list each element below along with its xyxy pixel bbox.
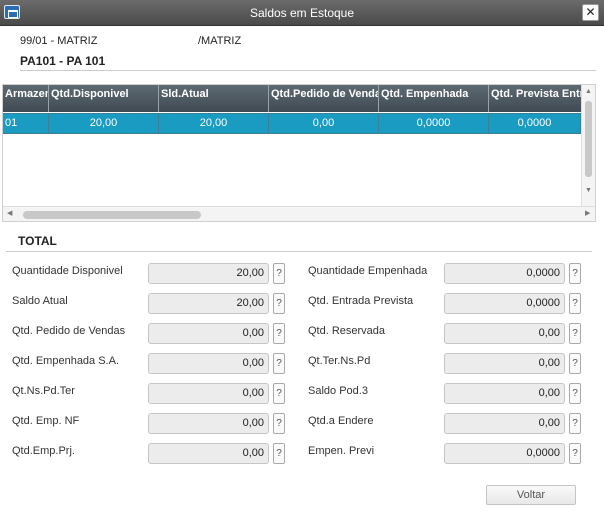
scroll-up-icon[interactable]: ▲ — [585, 88, 592, 96]
field-label-saldo-atual: Saldo Atual — [12, 295, 68, 307]
field-label-qtd-emp-prj: Qtd.Emp.Prj. — [12, 445, 75, 457]
help-button[interactable]: ? — [569, 263, 581, 284]
field-qt-ns-pd-ter[interactable]: 0,00 — [148, 383, 269, 404]
field-quantidade-empenhada[interactable]: 0,0000 — [444, 263, 565, 284]
field-saldo-pod3[interactable]: 0,00 — [444, 383, 565, 404]
field-label-quantidade-empenhada: Quantidade Empenhada — [308, 265, 428, 277]
help-button[interactable]: ? — [569, 323, 581, 344]
help-button[interactable]: ? — [273, 413, 285, 434]
field-saldo-atual[interactable]: 20,00 — [148, 293, 269, 314]
field-qt-ter-ns-pd[interactable]: 0,00 — [444, 353, 565, 374]
filial-label: 99/01 - MATRIZ — [20, 35, 98, 47]
help-button[interactable]: ? — [569, 293, 581, 314]
field-empen-previ[interactable]: 0,0000 — [444, 443, 565, 464]
table-cell: 20,00 — [49, 113, 159, 134]
help-button[interactable]: ? — [569, 353, 581, 374]
filial-name-label: /MATRIZ — [198, 35, 242, 47]
field-qtd-reservada[interactable]: 0,00 — [444, 323, 565, 344]
table-cell: 0,0000 — [489, 113, 581, 134]
field-label-quantidade-disponivel: Quantidade Disponivel — [12, 265, 123, 277]
field-label-qtd-emp-nf: Qtd. Emp. NF — [12, 415, 80, 427]
help-button[interactable]: ? — [273, 353, 285, 374]
horizontal-scroll-thumb[interactable] — [23, 211, 201, 219]
vertical-scroll-thumb[interactable] — [585, 101, 592, 177]
voltar-button[interactable]: Voltar — [486, 485, 576, 505]
field-qtd-emp-nf[interactable]: 0,00 — [148, 413, 269, 434]
field-label-qtd-empenhada-sa: Qtd. Empenhada S.A. — [12, 355, 120, 367]
scroll-left-icon[interactable]: ◀ — [7, 210, 12, 218]
product-title: PA101 - PA 101 — [20, 54, 106, 68]
close-button[interactable]: ✕ — [582, 4, 599, 21]
total-divider — [6, 251, 592, 252]
help-button[interactable]: ? — [569, 443, 581, 464]
field-label-qtd-a-endere: Qtd.a Endere — [308, 415, 374, 427]
help-button[interactable]: ? — [273, 443, 285, 464]
scroll-right-icon[interactable]: ▶ — [585, 210, 590, 218]
header-divider — [20, 70, 596, 71]
total-section-title: TOTAL — [18, 234, 57, 248]
table-cell: 20,00 — [159, 113, 269, 134]
column-header-armazem[interactable]: Armazem — [3, 85, 49, 112]
table-cell: 0,00 — [269, 113, 379, 134]
field-label-qt-ns-pd-ter: Qt.Ns.Pd.Ter — [12, 385, 75, 397]
field-label-qtd-pedido-vendas: Qtd. Pedido de Vendas — [12, 325, 126, 337]
stock-grid: Armazem Qtd.Disponivel Sld.Atual Qtd.Ped… — [2, 84, 596, 222]
help-button[interactable]: ? — [273, 383, 285, 404]
horizontal-scrollbar[interactable]: ◀ ▶ — [3, 206, 595, 221]
column-header-qtd-pedido-vendas[interactable]: Qtd.Pedido de Vendas — [269, 85, 379, 112]
field-label-qtd-entrada-prevista: Qtd. Entrada Prevista — [308, 295, 414, 307]
help-button[interactable]: ? — [569, 413, 581, 434]
field-label-saldo-pod3: Saldo Pod.3 — [308, 385, 368, 397]
table-row[interactable]: 01 20,00 20,00 0,00 0,0000 0,0000 — [3, 113, 581, 134]
help-button[interactable]: ? — [273, 323, 285, 344]
help-button[interactable]: ? — [273, 263, 285, 284]
column-header-qtd-empenhada[interactable]: Qtd. Empenhada — [379, 85, 489, 112]
field-qtd-emp-prj[interactable]: 0,00 — [148, 443, 269, 464]
field-qtd-empenhada-sa[interactable]: 0,00 — [148, 353, 269, 374]
field-qtd-entrada-prevista[interactable]: 0,0000 — [444, 293, 565, 314]
field-label-empen-previ: Empen. Previ — [308, 445, 375, 457]
table-cell: 0,0000 — [379, 113, 489, 134]
help-button[interactable]: ? — [273, 293, 285, 314]
column-header-sld-atual[interactable]: Sld.Atual — [159, 85, 269, 112]
window-title: Saldos em Estoque — [249, 6, 355, 20]
scroll-down-icon[interactable]: ▼ — [585, 187, 592, 195]
column-header-qtd-disponivel[interactable]: Qtd.Disponivel — [49, 85, 159, 112]
table-cell: 01 — [3, 113, 49, 134]
field-label-qtd-reservada: Qtd. Reservada — [308, 325, 386, 337]
grid-header: Armazem Qtd.Disponivel Sld.Atual Qtd.Ped… — [3, 85, 581, 112]
vertical-scrollbar[interactable]: ▲ ▼ — [581, 85, 595, 206]
title-bar: Saldos em Estoque ✕ — [0, 0, 604, 26]
field-qtd-pedido-vendas[interactable]: 0,00 — [148, 323, 269, 344]
field-quantidade-disponivel[interactable]: 20,00 — [148, 263, 269, 284]
field-qtd-a-endere[interactable]: 0,00 — [444, 413, 565, 434]
help-button[interactable]: ? — [569, 383, 581, 404]
field-label-qt-ter-ns-pd: Qt.Ter.Ns.Pd — [308, 355, 371, 367]
column-header-qtd-prevista-entrada[interactable]: Qtd. Prevista Entrada — [489, 85, 581, 112]
